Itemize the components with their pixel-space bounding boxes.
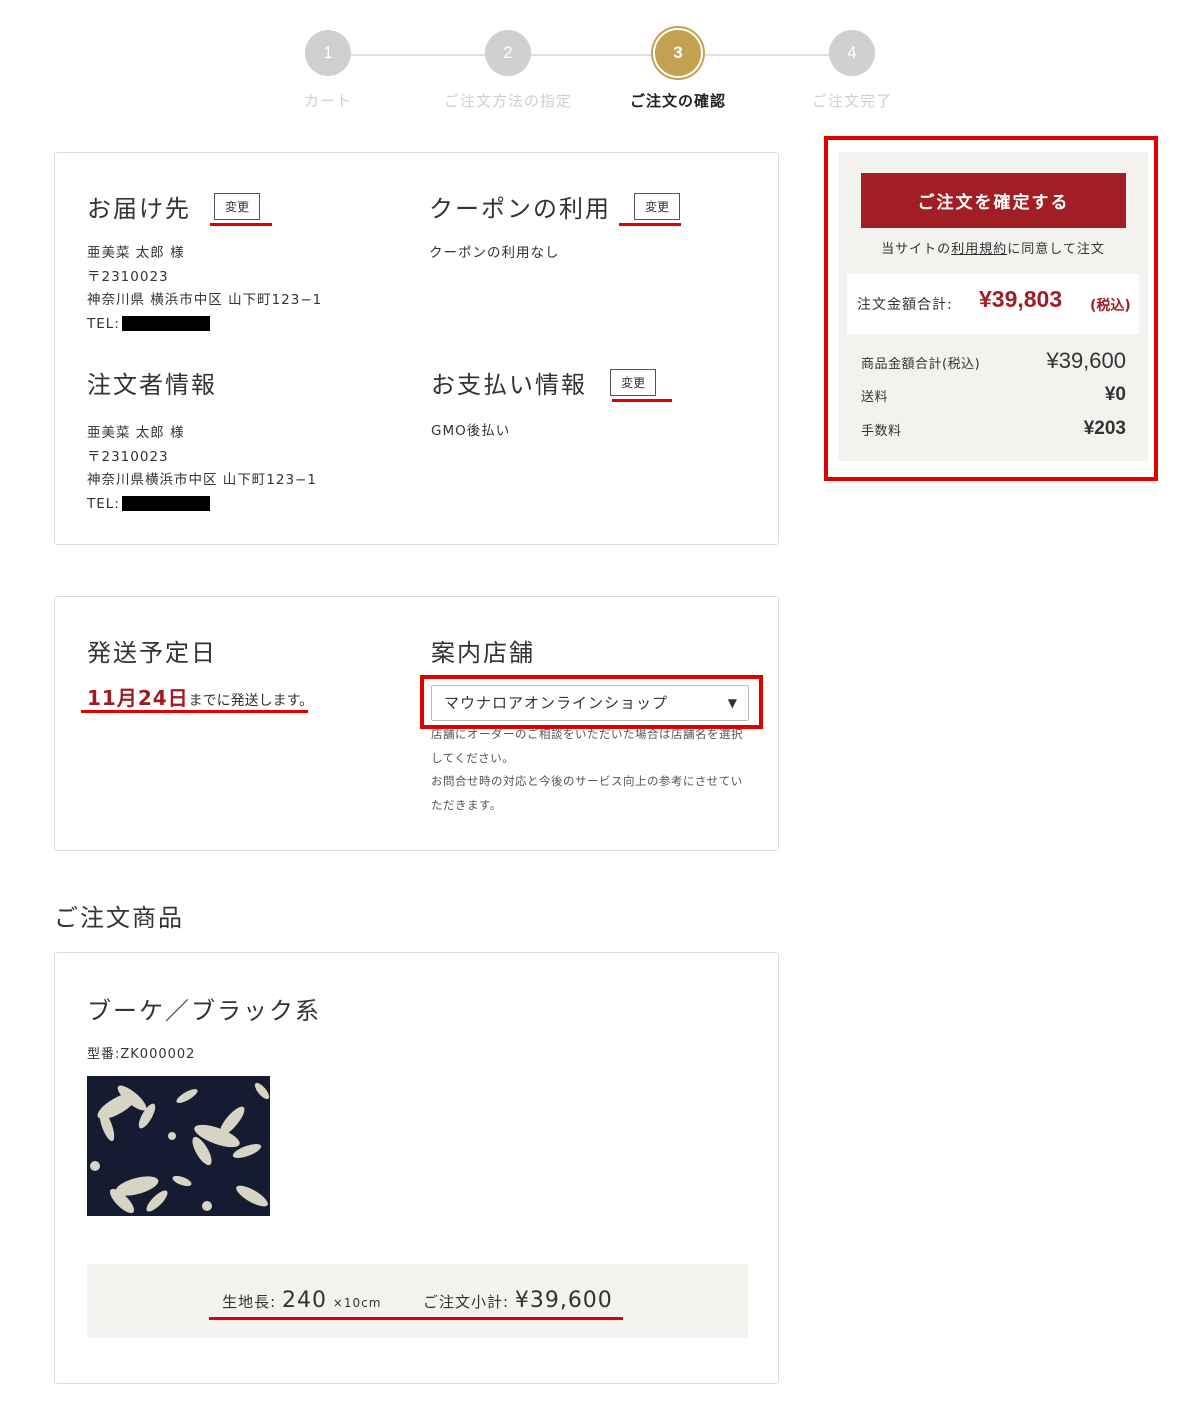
annotation-underline xyxy=(210,223,272,226)
payment-info: GMO後払い xyxy=(431,420,656,444)
annotation-box xyxy=(824,136,1158,481)
store-section: 案内店舗 xyxy=(431,633,535,668)
shipping-section: 発送予定日 11月24日までに発送します。 xyxy=(87,633,313,711)
shipping-card: 発送予定日 11月24日までに発送します。 案内店舗 マウナロアオンラインショッ… xyxy=(54,596,779,851)
coupon-change-button[interactable]: 変更 xyxy=(634,193,681,220)
delivery-address: 神奈川県 横浜市中区 山下町123−1 xyxy=(87,292,323,308)
floral-pattern-image xyxy=(87,1076,270,1216)
coupon-title: クーポンの利用 xyxy=(429,195,611,223)
product-code: 型番:ZK000002 xyxy=(87,1047,196,1062)
product-name: ブーケ／ブラック系 xyxy=(87,997,321,1025)
step-label: ご注文完了 xyxy=(811,92,892,110)
coupon-text: クーポンの利用なし xyxy=(429,245,560,261)
step-label: ご注文の確認 xyxy=(629,92,726,110)
annotation-underline xyxy=(619,223,681,226)
orderer-tel: TEL: xyxy=(87,493,317,517)
step-number: 3 xyxy=(653,28,703,78)
shipping-title: 発送予定日 xyxy=(87,639,217,667)
orderer-section: 注文者情報 亜美菜 太郎 様 〒2310023 神奈川県横浜市中区 山下町123… xyxy=(87,365,317,516)
step-number: 1 xyxy=(305,30,351,76)
delivery-name: 亜美菜 太郎 様 xyxy=(87,245,185,261)
delivery-section: お届け先 変更 亜美菜 太郎 様 〒2310023 神奈川県 横浜市中区 山下町… xyxy=(87,189,322,336)
delivery-change-button[interactable]: 変更 xyxy=(214,193,261,220)
redacted-tel xyxy=(121,496,210,511)
step-label: カート xyxy=(303,92,352,110)
annotation-underline xyxy=(81,710,308,713)
store-note-line: お問合せ時の対応と今後のサービス向上の参考にさせていただきます。 xyxy=(431,774,743,812)
subtotal-bar: 生地長: 240 ×10cm ご注文小計: ¥39,600 xyxy=(87,1264,748,1338)
orderer-zip: 〒2310023 xyxy=(87,448,169,465)
tel-label: TEL: xyxy=(87,315,120,332)
coupon-info: クーポンの利用なし xyxy=(429,242,680,266)
redacted-tel xyxy=(121,316,210,331)
annotation-underline xyxy=(612,399,672,402)
orderer-address: 神奈川県横浜市中区 山下町123−1 xyxy=(87,472,317,488)
delivery-tel: TEL: xyxy=(87,313,322,337)
step-confirm: 3 ご注文の確認 xyxy=(578,28,778,111)
length-unit: ×10cm xyxy=(332,1296,382,1310)
step-number: 4 xyxy=(829,30,875,76)
tel-label: TEL: xyxy=(87,495,120,512)
store-title: 案内店舗 xyxy=(431,639,535,667)
payment-section: お支払い情報 変更 GMO後払い xyxy=(431,365,657,444)
annotation-box xyxy=(420,675,763,729)
store-note-line: 店舗にオーダーのご相談をいただいた場合は店舗名を選択してください。 xyxy=(431,727,743,765)
product-image xyxy=(87,1076,270,1216)
shipping-date-suffix: までに発送します。 xyxy=(188,693,314,709)
order-items-heading: ご注文商品 xyxy=(54,904,184,932)
step-complete: 4 ご注文完了 xyxy=(752,30,952,111)
length-label: 生地長: xyxy=(222,1293,277,1311)
store-note: 店舗にオーダーのご相談をいただいた場合は店舗名を選択してください。 お問合せ時の… xyxy=(431,723,751,817)
orderer-title: 注文者情報 xyxy=(87,371,217,399)
payment-change-button[interactable]: 変更 xyxy=(610,369,657,396)
payment-title: お支払い情報 xyxy=(431,371,587,399)
checkout-stepper: 1 カート 2 ご注文方法の指定 3 ご注文の確認 4 ご注文完了 xyxy=(0,0,1200,130)
coupon-section: クーポンの利用 変更 クーポンの利用なし xyxy=(429,189,681,266)
order-info-card: お届け先 変更 亜美菜 太郎 様 〒2310023 神奈川県 横浜市中区 山下町… xyxy=(54,152,779,545)
shipping-date: 11月24日 xyxy=(87,686,189,710)
step-number: 2 xyxy=(485,30,531,76)
subtotal-label: ご注文小計: xyxy=(422,1293,510,1311)
orderer-info: 亜美菜 太郎 様 〒2310023 神奈川県横浜市中区 山下町123−1 TEL… xyxy=(87,422,317,516)
delivery-info: 亜美菜 太郎 様 〒2310023 神奈川県 横浜市中区 山下町123−1 TE… xyxy=(87,242,322,336)
delivery-title: お届け先 xyxy=(87,195,191,223)
subtotal-value: ¥39,600 xyxy=(514,1288,613,1313)
shipping-date-line: 11月24日までに発送します。 xyxy=(87,682,313,711)
payment-method: GMO後払い xyxy=(431,423,511,439)
product-card: ブーケ／ブラック系 型番:ZK000002 生地長: 240 ×10cm ご注文… xyxy=(54,952,779,1384)
length-value: 240 xyxy=(282,1288,328,1313)
annotation-underline xyxy=(209,1317,623,1320)
orderer-name: 亜美菜 太郎 様 xyxy=(87,425,185,441)
delivery-zip: 〒2310023 xyxy=(87,268,169,285)
step-cart: 1 カート xyxy=(228,30,428,111)
